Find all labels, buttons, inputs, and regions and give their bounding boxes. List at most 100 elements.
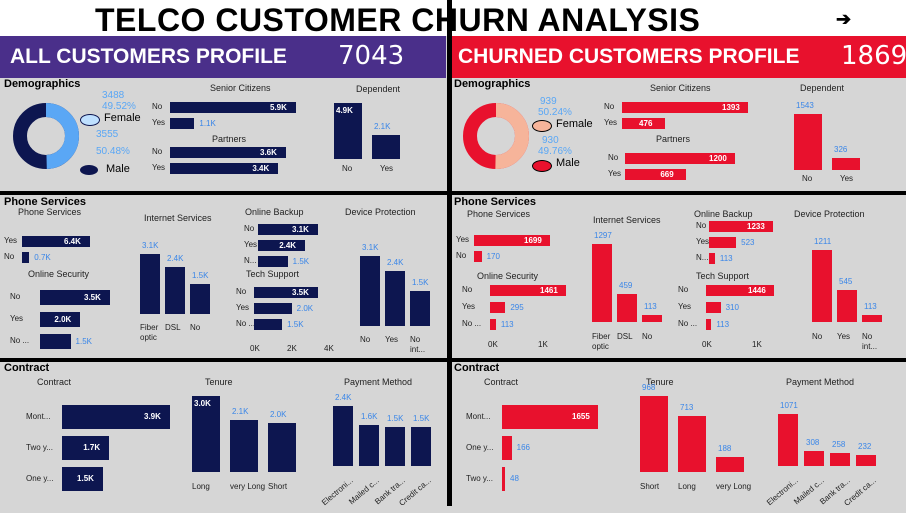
churn-tech-value-label: 113 [716, 319, 730, 329]
churn-device-value-label: 1211 [814, 237, 832, 246]
churn-tenure-cat-label: very Long [716, 482, 752, 491]
churn-tenure-bar[interactable] [678, 416, 706, 472]
all-internet-bar[interactable] [190, 284, 210, 314]
churn-phone-bar[interactable] [474, 251, 482, 262]
all-tech-title: Tech Support [246, 269, 300, 279]
all-partners-title: Partners [212, 134, 247, 144]
churn-backup-bar[interactable] [709, 253, 715, 264]
churn-dependent-bar[interactable] [832, 158, 860, 170]
all-payment-value-label: 1.6K [361, 412, 378, 422]
churn-senior-title: Senior Citizens [650, 83, 711, 93]
all-tech-bar[interactable] [254, 319, 283, 330]
all-senior-cat-label: No [152, 102, 163, 111]
all-senior-cat-label: Yes [152, 118, 166, 127]
churn-contract-value-label: 1655 [572, 412, 590, 421]
churn-internet-bar[interactable] [642, 315, 662, 322]
churn-payment-bar[interactable] [856, 454, 876, 466]
churn-backup-bar[interactable] [709, 237, 737, 248]
all-phone-bar[interactable] [22, 252, 30, 263]
churn-dependent-bar[interactable] [794, 114, 822, 170]
churn-tenure-bar[interactable] [716, 457, 744, 472]
churn-payment-bar[interactable] [778, 414, 798, 466]
churn-partners-bar[interactable] [625, 169, 687, 180]
churn-female-pct: 50.24% [538, 107, 572, 118]
churn-security-value-label: 295 [510, 302, 524, 312]
all-contract-cat-label: Mont... [26, 411, 51, 421]
all-internet-bar[interactable] [165, 267, 185, 314]
all-senior-bar[interactable] [170, 118, 195, 129]
all-device-bar[interactable] [385, 271, 405, 326]
churn-senior-value-label: 1393 [722, 102, 740, 112]
churn-tech-bar[interactable] [706, 319, 712, 330]
all-backup-value-label: 1.5K [292, 256, 310, 266]
churn-security-bar[interactable] [490, 319, 496, 330]
title-bar: TELCO CUSTOMER CHURN ANALYSIS ➔ [0, 0, 906, 38]
churn-payment-bar[interactable] [830, 453, 850, 466]
churned-customers-header: CHURNED CUSTOMERS PROFILE 1869 [452, 36, 906, 78]
churn-device-bar[interactable] [862, 315, 882, 322]
all-internet-bar[interactable] [140, 254, 160, 314]
all-payment-value-label: 1.5K [387, 413, 404, 423]
churn-tech-cat-label: No [678, 285, 689, 294]
all-security-bar[interactable] [40, 334, 71, 349]
churn-contract-bar[interactable] [502, 436, 512, 460]
all-internet-cat-label: DSL [165, 323, 181, 332]
churn-male-label: Male [556, 157, 580, 169]
churn-senior-value-label: 476 [639, 118, 653, 128]
all-phone-cat-label: Yes [4, 236, 18, 245]
all-device-bar[interactable] [360, 256, 380, 326]
churn-internet-cat-label: No [642, 332, 653, 341]
churn-male-count: 930 [542, 135, 559, 146]
churn-payment-bar[interactable] [804, 451, 824, 466]
all-backup-cat-label: N... [244, 256, 257, 265]
all-tech-value-label: 3.5K [292, 287, 309, 297]
all-tenure-cat-label: Short [268, 482, 288, 491]
all-phone-chart-title: Phone Services [18, 207, 82, 217]
all-internet-cat-label: No [190, 323, 201, 332]
all-tenure-value-label: 3.0K [194, 399, 211, 408]
all-payment-bar[interactable] [385, 426, 405, 466]
churn-security-bar[interactable] [490, 302, 506, 313]
churn-device-bar[interactable] [812, 250, 832, 322]
all-tenure-bar[interactable] [268, 423, 296, 472]
churn-phone-value-label: 1699 [524, 235, 542, 245]
churn-contract-bar[interactable] [502, 467, 505, 491]
all-phone-value-label: 6.4K [64, 236, 81, 246]
all-male-label: Male [106, 163, 130, 175]
all-senior-title: Senior Citizens [210, 83, 271, 93]
all-backup-bar[interactable] [258, 224, 318, 235]
churn-phone-title: Phone Services [454, 196, 536, 208]
all-backup-bar[interactable] [258, 256, 288, 267]
all-tech-axis-tick: 2K [287, 344, 297, 353]
all-payment-bar[interactable] [333, 406, 353, 466]
churn-internet-bar[interactable] [592, 244, 612, 322]
all-tech-cat-label: No ... [236, 319, 256, 328]
churn-tech-value-label: 310 [725, 302, 739, 312]
churn-internet-bar[interactable] [617, 294, 637, 322]
all-tech-value-label: 1.5K [287, 319, 304, 329]
churn-contract-cat-label: Mont... [466, 411, 491, 421]
churn-phone-chart-title: Phone Services [467, 209, 531, 219]
all-dependent-value-label: 4.9K [336, 106, 353, 115]
all-contract-value-label: 1.5K [77, 474, 94, 483]
churn-device-bar[interactable] [837, 289, 857, 322]
arrow-right-icon[interactable]: ➔ [836, 9, 851, 30]
all-payment-bar[interactable] [411, 427, 431, 466]
churn-device-cat-label: No [812, 332, 823, 341]
all-tech-bar[interactable] [254, 303, 292, 314]
all-security-cat-label: Yes [10, 314, 24, 323]
churn-tenure-bar[interactable] [640, 396, 668, 472]
all-payment-bar[interactable] [359, 425, 379, 466]
all-tech-cat-label: Yes [236, 303, 250, 312]
all-contract-cat-label: One y... [26, 473, 54, 483]
all-device-bar[interactable] [410, 291, 430, 326]
churn-partners-title: Partners [656, 134, 691, 144]
churn-device-title: Device Protection [794, 209, 865, 219]
churn-tech-bar[interactable] [706, 302, 721, 313]
all-payment-title: Payment Method [344, 377, 413, 387]
churn-security-axis-tick: 0K [488, 340, 498, 349]
all-dependent-bar[interactable] [372, 135, 400, 159]
all-device-cat-label: Yes [385, 335, 399, 344]
all-tenure-bar[interactable] [230, 419, 258, 472]
all-device-cat-label: No int... [410, 335, 426, 354]
